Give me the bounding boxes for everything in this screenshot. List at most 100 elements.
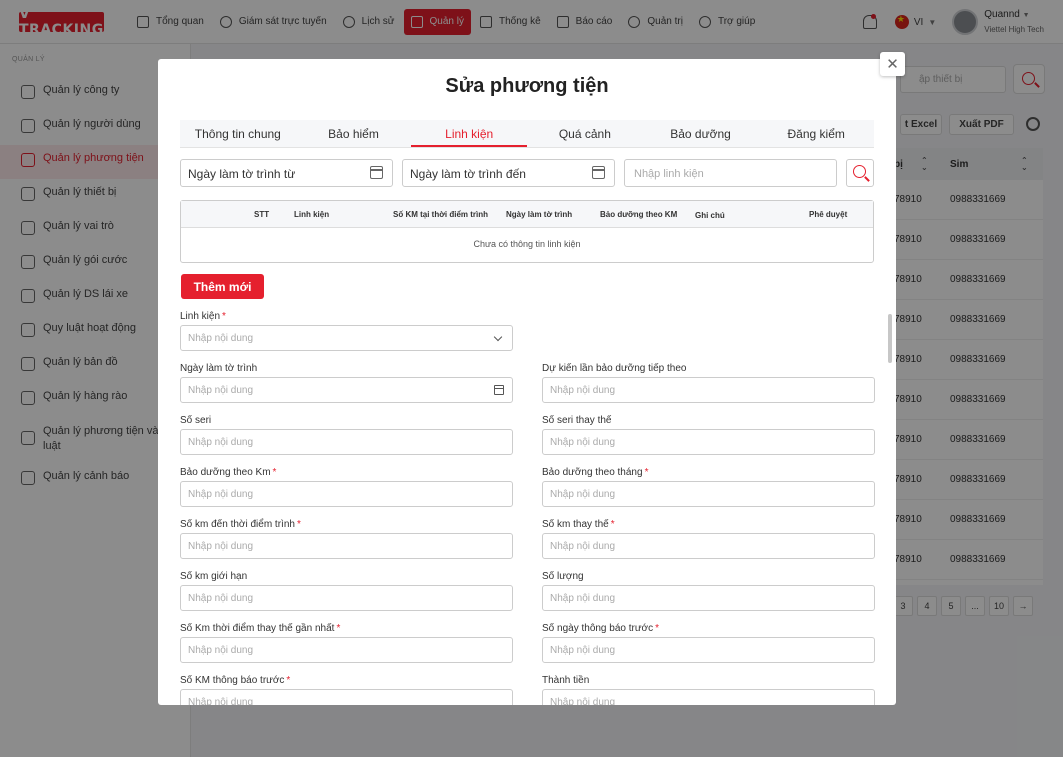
calendar-icon[interactable] [370,166,383,179]
so-seri-label: Số seri [180,415,211,426]
required-marker: * [286,675,291,686]
du-kien-lan-bao-duong-tiep-theo-input[interactable]: Nhập nội dung [542,377,875,403]
modal-title: Sửa phương tiện [445,75,609,97]
so-seri-thay-the-input[interactable]: Nhập nội dung [542,429,875,455]
tab-qua-canh[interactable]: Quá cảnh [527,120,643,147]
add-new-button[interactable]: Thêm mới [181,274,264,299]
ngay-lam-to-trinh-label: Ngày làm tờ trình [180,363,257,374]
required-marker: * [272,467,277,478]
so-km-thong-bao-truoc-input[interactable]: Nhập nội dung [180,689,513,705]
field-label-text: Linh kiện [180,311,221,322]
modal-tabs: Thông tin chung Bảo hiểm Linh kiện Quá c… [180,120,874,148]
so-luong-input[interactable]: Nhập nội dung [542,585,875,611]
placeholder-text: Nhập nội dung [550,593,616,604]
placeholder-text: Nhập nội dung [188,645,254,656]
placeholder-text: Nhập nội dung [550,385,616,396]
so-seri-input[interactable]: Nhập nội dung [180,429,513,455]
placeholder-text: Nhập nội dung [188,333,254,344]
parts-table: STT Linh kiện Số KM tại thời điểm trình … [180,200,874,263]
thanh-tien-label: Thành tiền [542,675,589,686]
field-label-text: Bảo dưỡng theo Km [180,467,271,478]
required-marker: * [610,519,615,530]
bao-duong-theo-km-label: Bảo dưỡng theo Km * [180,467,276,478]
date-to-label: Ngày làm tờ trình đến [410,167,526,181]
ngay-lam-to-trinh-input[interactable]: Nhập nội dung [180,377,513,403]
so-ngay-thong-bao-truoc-input[interactable]: Nhập nội dung [542,637,875,663]
tab-dang-kiem[interactable]: Đăng kiểm [758,120,874,147]
field-label-text: Số km thay thế [542,519,609,530]
field-label-text: Số seri thay thế [542,415,612,426]
date-from-input[interactable]: Ngày làm tờ trình từ [180,159,393,187]
col-bao-duong-km: Bảo dưỡng theo KM [600,210,678,219]
field-label-text: Số ngày thông báo trước [542,623,654,634]
close-icon: ✕ [886,56,899,73]
so-km-den-thoi-diem-trinh-label: Số km đến thời điểm trình * [180,519,301,530]
required-marker: * [644,467,649,478]
linh-kien-select[interactable]: Nhập nội dung [180,325,513,351]
required-marker: * [296,519,301,530]
col-linh-kien: Linh kiện [294,210,330,219]
so-km-thay-the-label: Số km thay thế * [542,519,615,530]
empty-state: Chưa có thông tin linh kiện [473,239,581,249]
field-label-text: Số seri [180,415,212,426]
tab-bao-hiem[interactable]: Bảo hiểm [296,120,412,147]
so-km-thong-bao-truoc-label: Số KM thông báo trước * [180,675,290,686]
so-luong-label: Số lượng [542,571,584,582]
bao-duong-theo-thang-label: Bảo dưỡng theo tháng * [542,467,648,478]
so-ngay-thong-bao-truoc-label: Số ngày thông báo trước * [542,623,659,634]
col-phe-duyet: Phê duyệt [809,210,848,219]
field-label-text: Số Km thời điểm thay thế gần nhất [180,623,335,634]
placeholder-text: Nhập nội dung [550,541,616,552]
search-icon[interactable] [846,159,874,187]
so-km-thoi-diem-thay-the-gan-nhat-label: Số Km thời điểm thay thế gần nhất * [180,623,340,634]
so-km-den-thoi-diem-trinh-input[interactable]: Nhập nội dung [180,533,513,559]
col-stt: STT [254,210,270,219]
placeholder-text: Nhập nội dung [188,385,254,396]
so-seri-thay-the-label: Số seri thay thế [542,415,611,426]
tab-thong-tin-chung[interactable]: Thông tin chung [180,120,296,147]
field-label-text: Dự kiến lần bảo dưỡng tiếp theo [542,363,687,374]
field-label-text: Ngày làm tờ trình [180,363,258,374]
placeholder-text: Nhập nội dung [550,645,616,656]
close-modal-button[interactable]: ✕ [880,52,905,76]
date-to-input[interactable]: Ngày làm tờ trình đến [402,159,615,187]
col-ngay-lam: Ngày làm tờ trình [506,210,573,219]
part-filter-input[interactable]: Nhập linh kiện [624,159,837,187]
field-label-text: Bảo dưỡng theo tháng [542,467,643,478]
so-km-thoi-diem-thay-the-gan-nhat-input[interactable]: Nhập nội dung [180,637,513,663]
field-label-text: Số KM thông báo trước [180,675,285,686]
bao-duong-theo-km-input[interactable]: Nhập nội dung [180,481,513,507]
placeholder-text: Nhập nội dung [550,489,616,500]
field-label-text: Thành tiền [542,675,590,686]
date-from-label: Ngày làm tờ trình từ [188,167,296,181]
so-km-gioi-han-input[interactable]: Nhập nội dung [180,585,513,611]
thanh-tien-input[interactable]: Nhập nội dung [542,689,875,705]
bao-duong-theo-thang-input[interactable]: Nhập nội dung [542,481,875,507]
calendar-icon[interactable] [592,166,605,179]
placeholder-text: Nhập nội dung [188,489,254,500]
so-km-gioi-han-label: Số km giới hạn [180,571,247,582]
modal-scrollbar[interactable] [888,314,892,363]
tab-linh-kien[interactable]: Linh kiện [411,120,528,147]
parts-table-header: STT Linh kiện Số KM tại thời điểm trình … [181,201,873,228]
required-marker: * [655,623,660,634]
chevron-down-icon [493,332,503,342]
placeholder-text: Nhập nội dung [188,437,254,448]
placeholder-text: Nhập nội dung [550,437,616,448]
field-label-text: Số km giới hạn [180,571,248,582]
calendar-icon[interactable] [494,385,504,395]
required-marker: * [336,623,341,634]
so-km-thay-the-input[interactable]: Nhập nội dung [542,533,875,559]
linh-kien-label: Linh kiện * [180,311,226,322]
field-label-text: Số km đến thời điểm trình [180,519,295,530]
placeholder-text: Nhập nội dung [188,593,254,604]
col-so-km: Số KM tại thời điểm trình [393,210,489,219]
required-marker: * [222,311,226,322]
col-ghi-chu: Ghi chú [695,211,725,220]
placeholder-text: Nhập nội dung [188,697,254,705]
tab-bao-duong[interactable]: Bảo dưỡng [643,120,759,147]
field-label-text: Số lượng [542,571,584,582]
edit-vehicle-modal: Sửa phương tiện Thông tin chung Bảo hiểm… [158,59,896,705]
placeholder-text: Nhập nội dung [188,541,254,552]
du-kien-lan-bao-duong-tiep-theo-label: Dự kiến lần bảo dưỡng tiếp theo [542,363,686,374]
